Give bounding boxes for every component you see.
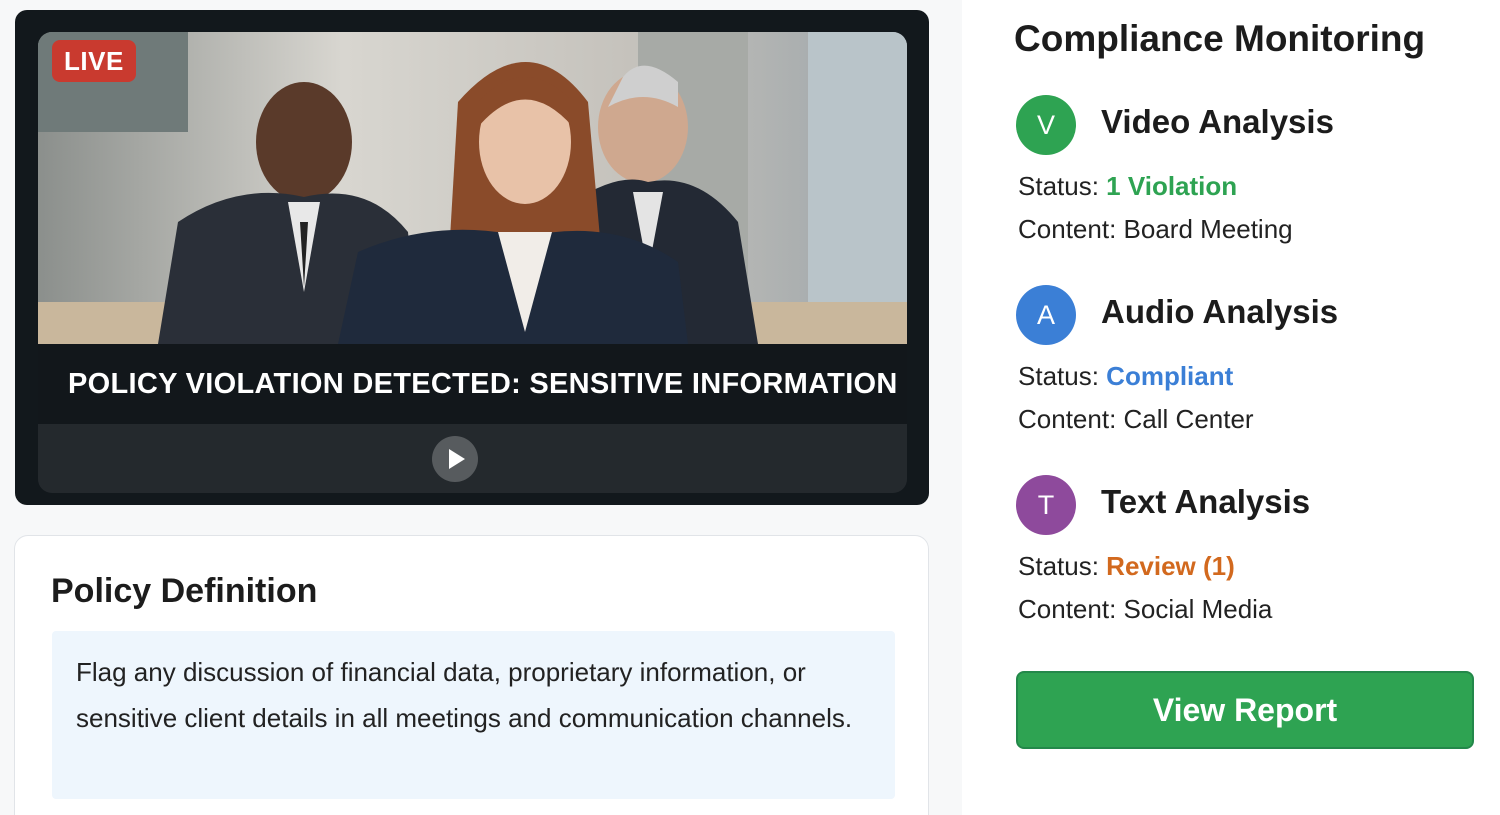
content-row: Content: Social Media — [1018, 594, 1272, 625]
analysis-title: Audio Analysis — [1101, 293, 1339, 330]
video-feed-image — [38, 32, 907, 344]
avatar: V — [1016, 95, 1076, 155]
status-value: Review (1) — [1106, 551, 1235, 581]
play-icon — [449, 449, 465, 469]
status-row: Status: 1 Violation — [1018, 171, 1237, 202]
panel-title: Compliance Monitoring — [1014, 18, 1426, 59]
avatar: T — [1016, 475, 1076, 535]
policy-text: Flag any discussion of financial data, p… — [76, 657, 853, 733]
content-label: Content: — [1018, 594, 1117, 624]
play-button[interactable] — [432, 436, 478, 482]
video-panel: LIVE POLICY VIOLATION DETECTED: SENSITIV… — [15, 10, 929, 505]
status-label: Status: — [1018, 551, 1099, 581]
compliance-monitoring-panel: Compliance Monitoring V Video Analysis S… — [962, 0, 1500, 815]
content-value: Call Center — [1123, 404, 1254, 434]
status-value: 1 Violation — [1106, 171, 1238, 201]
content-row: Content: Board Meeting — [1018, 214, 1293, 245]
analysis-title: Video Analysis — [1101, 103, 1334, 140]
policy-definition-card: Policy Definition Flag any discussion of… — [14, 535, 929, 815]
avatar: A — [1016, 285, 1076, 345]
audio-analysis-item[interactable]: A Audio Analysis Status: Compliant Conte… — [1016, 285, 1486, 455]
content-value: Social Media — [1123, 594, 1273, 624]
policy-title: Policy Definition — [51, 572, 318, 610]
content-row: Content: Call Center — [1018, 404, 1254, 435]
content-value: Board Meeting — [1123, 214, 1293, 244]
analysis-title: Text Analysis — [1101, 483, 1311, 520]
status-label: Status: — [1018, 361, 1099, 391]
violation-alert-bar: POLICY VIOLATION DETECTED: SENSITIVE INF… — [38, 344, 907, 424]
view-report-button[interactable]: View Report — [1016, 671, 1474, 749]
status-row: Status: Review (1) — [1018, 551, 1235, 582]
content-label: Content: — [1018, 214, 1117, 244]
video-analysis-item[interactable]: V Video Analysis Status: 1 Violation Con… — [1016, 95, 1486, 265]
policy-text-box: Flag any discussion of financial data, p… — [52, 631, 895, 799]
content-label: Content: — [1018, 404, 1117, 434]
left-column: LIVE POLICY VIOLATION DETECTED: SENSITIV… — [0, 0, 962, 815]
status-value: Compliant — [1106, 361, 1234, 391]
status-row: Status: Compliant — [1018, 361, 1233, 392]
live-badge: LIVE — [52, 40, 136, 82]
video-controls — [38, 424, 907, 493]
text-analysis-item[interactable]: T Text Analysis Status: Review (1) Conte… — [1016, 475, 1486, 645]
video-player[interactable]: LIVE POLICY VIOLATION DETECTED: SENSITIV… — [38, 32, 907, 493]
status-label: Status: — [1018, 171, 1099, 201]
violation-alert-text: POLICY VIOLATION DETECTED: SENSITIVE INF… — [68, 368, 898, 400]
